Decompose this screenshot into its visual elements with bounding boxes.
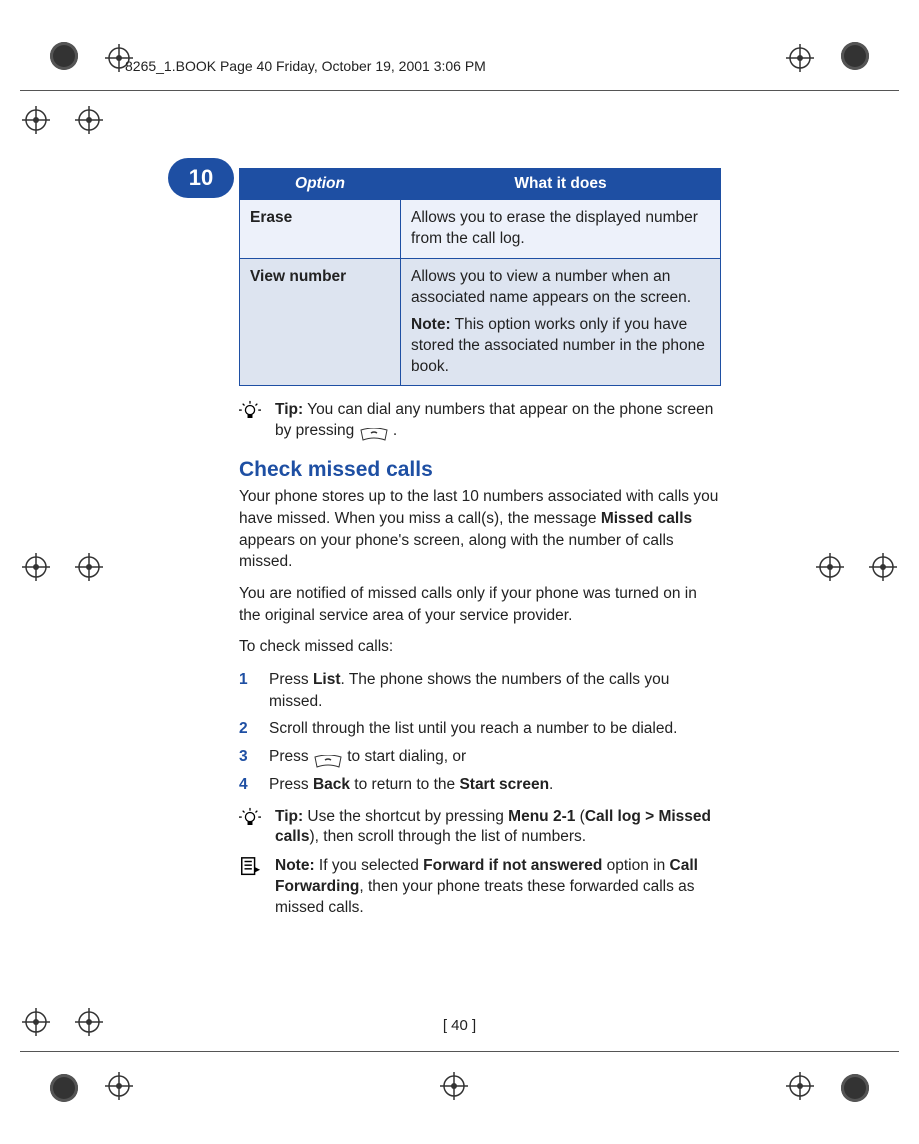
step-bold: List [313, 671, 341, 688]
registration-mark-icon [75, 553, 103, 581]
call-key-icon [313, 751, 343, 763]
b1: Forward if not answered [423, 857, 602, 874]
option-label: View number [240, 258, 401, 386]
step-item: 4 Press Back to return to the Start scre… [239, 771, 721, 799]
table-header-row: Option What it does [240, 169, 721, 200]
cogwheel-icon [50, 1074, 78, 1102]
step-item: 1 Press List. The phone shows the number… [239, 666, 721, 715]
call-key-icon [359, 425, 389, 437]
page-number: [ 40 ] [0, 1017, 919, 1034]
tip-text: Tip: Use the shortcut by pressing Menu 2… [275, 807, 721, 849]
tip-text: Tip: You can dial any numbers that appea… [275, 400, 721, 442]
registration-mark-icon [440, 1072, 468, 1100]
chapter-number: 10 [189, 165, 213, 191]
option-desc-text: Allows you to view a number when an asso… [411, 268, 691, 306]
cogwheel-icon [841, 1074, 869, 1102]
body-paragraph: You are notified of missed calls only if… [239, 583, 721, 626]
option-desc: Allows you to view a number when an asso… [401, 258, 721, 386]
tip-block: Tip: You can dial any numbers that appea… [239, 400, 721, 442]
step-pre: Scroll through the list until you reach … [269, 720, 677, 737]
step-number: 4 [239, 774, 248, 796]
registration-mark-icon [786, 44, 814, 72]
t3: ), then scroll through the list of numbe… [309, 828, 586, 845]
option-label: Erase [240, 200, 401, 259]
p1c: appears on your phone's screen, along wi… [239, 532, 674, 571]
step-number: 1 [239, 669, 248, 691]
step-post: . [549, 776, 553, 793]
registration-mark-icon [869, 553, 897, 581]
step-item: 2 Scroll through the list until you reac… [239, 715, 721, 743]
tip-block: Tip: Use the shortcut by pressing Menu 2… [239, 807, 721, 849]
t1: Use the shortcut by pressing [303, 808, 508, 825]
body-paragraph: To check missed calls: [239, 636, 721, 658]
p1b: Missed calls [601, 510, 692, 527]
registration-mark-icon [105, 1072, 133, 1100]
col-option: Option [240, 169, 401, 200]
t1: If you selected [315, 857, 424, 874]
step-bold2: Start screen [459, 776, 549, 793]
tip-label: Tip: [275, 808, 303, 825]
body-paragraph: Your phone stores up to the last 10 numb… [239, 486, 721, 573]
registration-mark-icon [816, 553, 844, 581]
tip-body: You can dial any numbers that appear on … [275, 401, 713, 439]
crop-rule-bottom [20, 1051, 899, 1052]
step-bold: Back [313, 776, 350, 793]
step-post: to start dialing, or [347, 748, 466, 765]
step-mid: to return to the [350, 776, 459, 793]
step-pre: Press [269, 776, 313, 793]
lightbulb-icon [239, 400, 265, 442]
tip-label: Tip: [275, 401, 303, 418]
step-number: 3 [239, 746, 248, 768]
note-label: Note: [275, 857, 315, 874]
main-content: Option What it does Erase Allows you to … [239, 168, 721, 919]
option-note: Note: This option works only if you have… [411, 315, 710, 378]
note-label: Note: [411, 316, 451, 333]
step-pre: Press [269, 748, 313, 765]
page: 8265_1.BOOK Page 40 Friday, October 19, … [0, 0, 919, 1144]
lightbulb-icon [239, 807, 265, 849]
note-block: Note: If you selected Forward if not ans… [239, 856, 721, 919]
registration-mark-icon [22, 106, 50, 134]
step-number: 2 [239, 718, 248, 740]
chapter-tab: 10 [168, 158, 234, 198]
note-text: This option works only if you have store… [411, 316, 705, 375]
step-item: 3 Press to start dialing, or [239, 743, 721, 771]
t2: option in [602, 857, 669, 874]
running-header: 8265_1.BOOK Page 40 Friday, October 19, … [125, 58, 486, 74]
step-pre: Press [269, 671, 313, 688]
col-what: What it does [401, 169, 721, 200]
option-desc: Allows you to erase the displayed number… [401, 200, 721, 259]
crop-rule-top [20, 90, 899, 91]
table-row: View number Allows you to view a number … [240, 258, 721, 386]
note-page-icon [239, 856, 265, 919]
registration-mark-icon [75, 106, 103, 134]
b1: Menu 2-1 [508, 808, 575, 825]
options-table: Option What it does Erase Allows you to … [239, 168, 721, 386]
section-heading: Check missed calls [239, 458, 721, 482]
cogwheel-icon [841, 42, 869, 70]
t2: ( [575, 808, 584, 825]
cogwheel-icon [50, 42, 78, 70]
table-row: Erase Allows you to erase the displayed … [240, 200, 721, 259]
registration-mark-icon [786, 1072, 814, 1100]
registration-mark-icon [22, 553, 50, 581]
tip-after: . [389, 422, 398, 439]
note-text: Note: If you selected Forward if not ans… [275, 856, 721, 919]
steps-list: 1 Press List. The phone shows the number… [239, 666, 721, 798]
